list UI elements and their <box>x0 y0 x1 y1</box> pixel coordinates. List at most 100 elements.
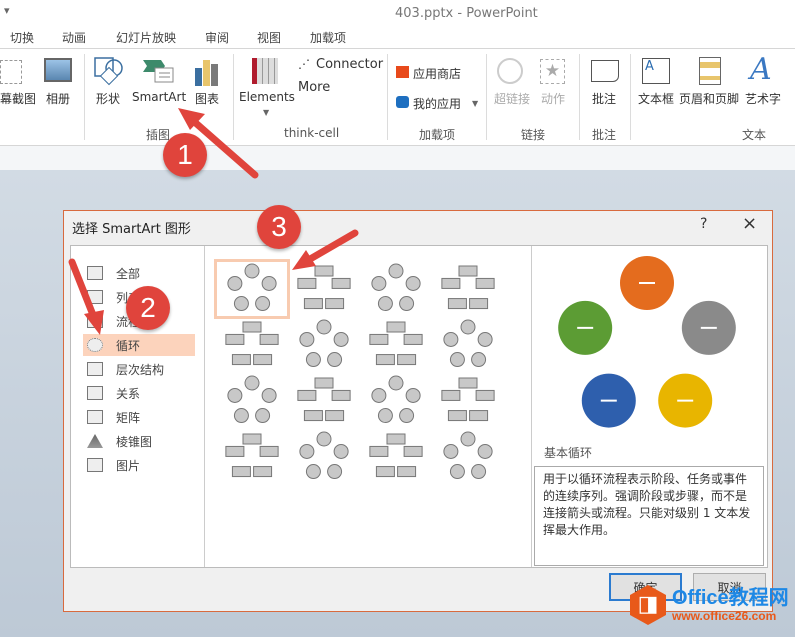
thumbnail-shape <box>397 354 417 366</box>
thumbnail-shape <box>471 464 487 480</box>
tab-addins[interactable]: 加载项 <box>310 29 346 46</box>
thumbnail-shape <box>458 265 478 277</box>
picture-icon <box>87 458 103 472</box>
dialog-title: 选择 SmartArt 图形 <box>72 222 191 237</box>
watermark: ◨ Office教程网 www.office26.com <box>630 585 789 625</box>
quick-access-dropdown[interactable]: ▾ <box>4 4 10 17</box>
layout-thumbnail[interactable] <box>289 262 359 316</box>
layout-thumbnail[interactable] <box>217 374 287 428</box>
watermark-url: www.office26.com <box>672 609 777 623</box>
thumbnail-shape <box>449 464 465 480</box>
category-hierarchy[interactable]: 层次结构 <box>83 358 195 380</box>
layout-thumbnail[interactable] <box>433 430 503 484</box>
group-thinkcell: think-cell <box>284 126 340 140</box>
layout-thumbnail[interactable] <box>433 374 503 428</box>
annotation-badge-3: 3 <box>257 205 301 249</box>
window-title: 403.pptx - PowerPoint <box>395 6 538 21</box>
thumbnail-shape <box>443 331 459 347</box>
preview-panel: 基本循环 用于以循环流程表示阶段、任务或事件的连续序列。强调阶段或步骤，而不是连… <box>532 246 768 567</box>
divider <box>387 54 388 140</box>
layout-thumbnail[interactable] <box>361 318 431 372</box>
elements-button[interactable]: Elements <box>239 90 295 104</box>
layout-thumbnail[interactable] <box>217 430 287 484</box>
category-pyramid[interactable]: 棱锥图 <box>83 430 195 452</box>
thumbnail-shape <box>299 331 315 347</box>
thumbnail-shape <box>469 410 489 422</box>
screenshot-button[interactable]: 幕截图 <box>0 90 36 107</box>
shapes-icon <box>94 57 123 86</box>
layout-thumbnail[interactable] <box>214 259 290 319</box>
category-label: 层次结构 <box>116 362 165 377</box>
tab-review[interactable]: 审阅 <box>205 29 229 46</box>
store-button[interactable]: 应用商店 <box>413 65 461 82</box>
smartart-button[interactable]: SmartArt <box>132 90 186 104</box>
group-links: 链接 <box>521 128 546 142</box>
thumbnail-shape <box>386 321 406 333</box>
screenshot-icon <box>0 60 22 84</box>
layout-thumbnail[interactable] <box>433 318 503 372</box>
thumbnail-shape <box>259 445 279 457</box>
layout-thumbnail[interactable] <box>289 430 359 484</box>
help-button[interactable]: ? <box>700 216 707 232</box>
thumbnail-shape <box>449 352 465 368</box>
layout-thumbnail[interactable] <box>361 262 431 316</box>
layout-thumbnail[interactable] <box>361 430 431 484</box>
preview-description: 用于以循环流程表示阶段、任务或事件的连续序列。强调阶段或步骤，而不是连接箭头或流… <box>534 466 764 566</box>
thumbnail-shape <box>388 263 404 279</box>
divider <box>630 54 631 140</box>
thumbnail-shape <box>369 445 389 457</box>
watermark-brand: Office教程网 <box>672 587 789 609</box>
dialog-panels: 全部 列表 流程 循环 层次结构 关系 矩阵 棱锥图 图片 基本循环 用于以循环… <box>70 245 768 568</box>
tab-view[interactable]: 视图 <box>257 29 281 46</box>
process-icon <box>87 314 103 328</box>
chart-button[interactable]: 图表 <box>195 90 219 107</box>
close-button[interactable]: × <box>742 213 757 234</box>
preview-name: 基本循环 <box>544 446 593 460</box>
tab-animations[interactable]: 动画 <box>62 29 86 46</box>
textbox-button[interactable]: 文本框 <box>638 90 674 107</box>
shapes-button[interactable]: 形状 <box>96 90 120 107</box>
layout-thumbnail[interactable] <box>289 374 359 428</box>
more-button[interactable]: More <box>298 80 330 95</box>
thumbnail-shape <box>371 387 387 403</box>
thumbnail-shape <box>314 265 334 277</box>
category-label: 图片 <box>116 458 141 473</box>
category-matrix[interactable]: 矩阵 <box>83 406 195 428</box>
layout-thumbnail[interactable] <box>361 374 431 428</box>
thumbnail-shape <box>460 431 476 447</box>
thumbnail-shape <box>441 277 461 289</box>
thumbnail-shape <box>225 333 245 345</box>
thumbnail-shape <box>316 431 332 447</box>
category-all[interactable]: 全部 <box>83 262 195 284</box>
category-picture[interactable]: 图片 <box>83 454 195 476</box>
office-logo-icon: ◨ <box>630 585 666 625</box>
wordart-button[interactable]: 艺术字 <box>745 90 781 107</box>
smartart-dialog: 选择 SmartArt 图形 ? × 全部 列表 流程 循环 层次结构 关系 矩… <box>63 210 773 612</box>
layout-thumbnail[interactable] <box>433 262 503 316</box>
category-cycle[interactable]: 循环 <box>83 334 195 356</box>
category-label: 全部 <box>116 266 141 281</box>
thumbnail-shape <box>447 298 467 310</box>
layout-thumbnail[interactable] <box>217 318 287 372</box>
header-footer-button[interactable]: 页眉和页脚 <box>679 90 739 107</box>
group-comments: 批注 <box>592 128 617 142</box>
thumbnail-shape <box>475 277 495 289</box>
myapps-button[interactable]: 我的应用 <box>413 95 461 112</box>
tab-transitions[interactable]: 切换 <box>10 29 34 46</box>
category-relationship[interactable]: 关系 <box>83 382 195 404</box>
album-button[interactable]: 相册 <box>46 90 70 107</box>
thumbnail-shape <box>227 275 243 291</box>
action-button[interactable]: 动作 <box>541 90 565 107</box>
divider <box>579 54 580 140</box>
layout-thumbnail[interactable] <box>289 318 359 372</box>
thumbnail-shape <box>255 296 271 312</box>
annotation-badge-1: 1 <box>163 133 207 177</box>
thumbnail-shape <box>299 443 315 459</box>
connector-button[interactable]: Connector <box>316 57 383 72</box>
thumbnail-shape <box>388 375 404 391</box>
tab-slideshow[interactable]: 幻灯片放映 <box>116 29 176 46</box>
thumbnail-shape <box>233 408 249 424</box>
comment-button[interactable]: 批注 <box>592 90 616 107</box>
myapps-dropdown-icon[interactable]: ▼ <box>472 99 478 108</box>
hyperlink-button[interactable]: 超链接 <box>494 90 530 107</box>
